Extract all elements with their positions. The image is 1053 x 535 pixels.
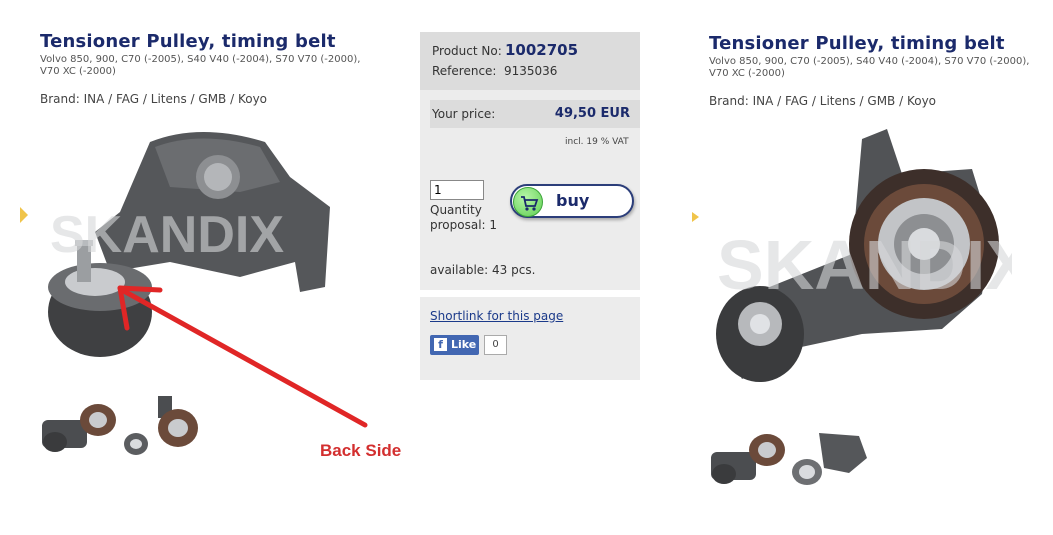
fb-like-button[interactable]: f Like <box>430 335 479 355</box>
cart-icon <box>521 196 539 211</box>
quantity-input[interactable]: 1 <box>430 180 484 200</box>
fb-like-count: 0 <box>484 335 507 355</box>
vat-note: incl. 19 % VAT <box>565 137 629 147</box>
right-subtitle: Volvo 850, 900, C70 (-2005), S40 V40 (-2… <box>709 56 1030 79</box>
availability: available: 43 pcs. <box>430 263 536 277</box>
left-title: Tensioner Pulley, timing belt <box>40 31 336 52</box>
left-thumbnail-2[interactable] <box>120 390 200 465</box>
price-value: 49,50 EUR <box>554 106 630 121</box>
reference-value: 9135036 <box>504 64 558 78</box>
reference-label: Reference: <box>432 64 497 78</box>
right-product-image[interactable]: SKANDIX <box>712 124 1012 399</box>
back-side-label: Back Side <box>320 441 402 460</box>
right-slide-arrow-icon[interactable] <box>692 212 700 222</box>
right-brand: Brand: INA / FAG / Litens / GMB / Koyo <box>709 94 937 108</box>
shortlink[interactable]: Shortlink for this page <box>430 309 563 323</box>
order-panel: Product No: 1002705 Reference: 9135036 Y… <box>420 32 640 290</box>
product-no-value: 1002705 <box>505 41 579 59</box>
left-brand: Brand: INA / FAG / Litens / GMB / Koyo <box>40 92 268 106</box>
fb-like-label: Like <box>451 338 477 351</box>
buy-label: buy <box>556 191 590 210</box>
right-thumbnail-1[interactable] <box>709 428 789 493</box>
quantity-proposal: Quantity proposal: 1 <box>430 203 498 232</box>
left-slide-arrow-icon[interactable] <box>20 207 28 223</box>
buy-circle <box>513 187 543 217</box>
buy-button[interactable]: buy <box>510 184 634 218</box>
share-panel: Shortlink for this page f Like 0 <box>420 297 640 380</box>
product-no-label: Product No: <box>432 44 502 58</box>
product-info-header: Product No: 1002705 Reference: 9135036 <box>420 32 640 90</box>
facebook-icon: f <box>434 338 447 351</box>
left-watermark: SKANDIX <box>50 206 284 264</box>
price-label: Your price: <box>432 107 496 121</box>
right-title: Tensioner Pulley, timing belt <box>709 33 1005 54</box>
right-thumbnail-2[interactable] <box>789 428 869 493</box>
left-thumbnail-1[interactable] <box>40 390 120 465</box>
left-subtitle: Volvo 850, 900, C70 (-2005), S40 V40 (-2… <box>40 54 361 77</box>
right-watermark: SKANDIX <box>717 226 1012 304</box>
price-row: Your price: 49,50 EUR <box>430 100 640 128</box>
